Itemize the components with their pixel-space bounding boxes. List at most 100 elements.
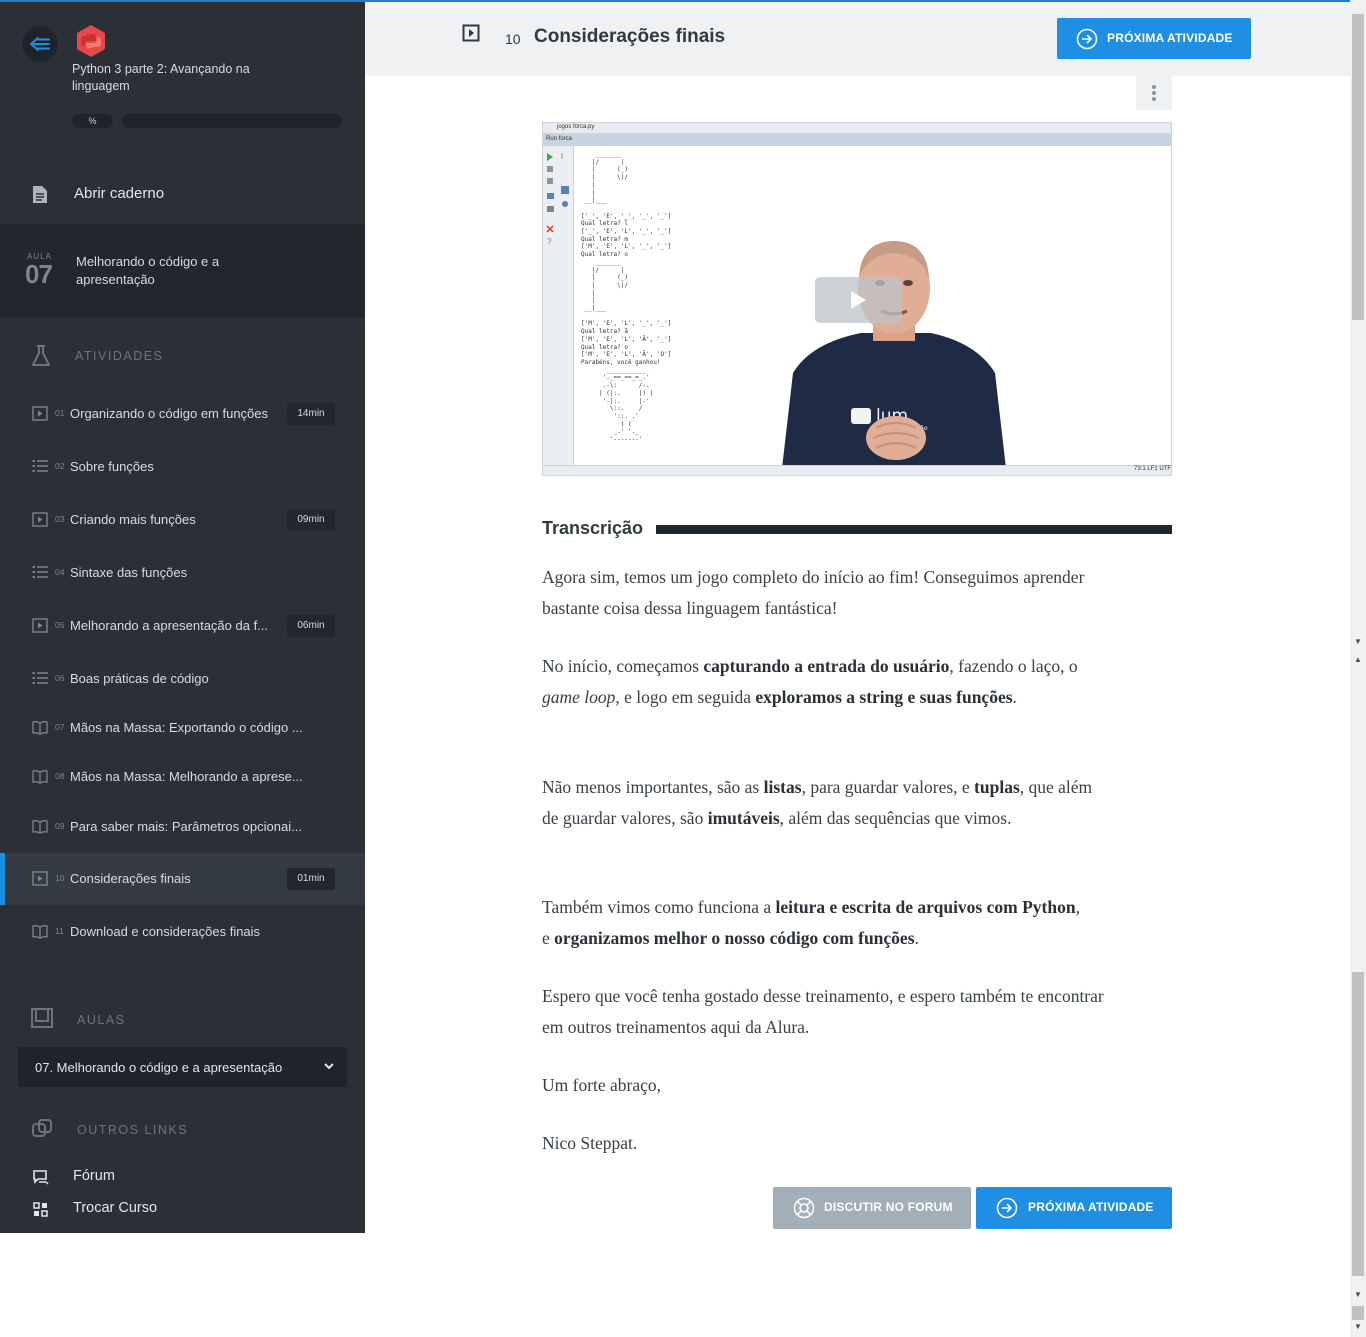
activity-number: 05 [55,620,65,630]
lesson-number: 07 [25,259,53,289]
discuss-forum-button[interactable]: DISCUTIR NO FORUM [773,1187,971,1229]
transcript-paragraph-2: No início, começamos capturando a entrad… [542,656,1078,707]
activity-item[interactable]: 03 Criando mais funções 09min [0,494,365,546]
activity-number: 02 [55,461,65,471]
activity-item[interactable]: 01 Organizando o código em funções 14min [0,388,365,440]
activity-item[interactable]: 11 Download e considerações finais [0,906,365,958]
activity-item[interactable]: 02 Sobre funções [0,441,365,493]
activity-number: 06 [55,673,65,683]
chat-icon [33,1170,49,1185]
page-load-bar [0,0,1350,2]
video-play-button[interactable] [815,277,902,323]
dot-icon [1152,97,1156,101]
sidebar: Python 3 parte 2: Avançando na linguagem… [0,0,365,1233]
transcript-paragraph-1: Agora sim, temos um jogo completo do iní… [542,567,1085,618]
chevron-down-icon [324,1063,334,1070]
python-course-icon [77,25,105,57]
open-notebook-link[interactable]: Abrir caderno [0,166,365,222]
activity-item[interactable]: 06 Boas práticas de código [0,653,365,705]
dot-icon [1152,85,1156,89]
scrollbar-thumb-top[interactable] [1352,14,1364,320]
flask-icon [32,345,50,366]
other-links-heading: OUTROS LINKS [0,1110,365,1150]
scroll-up-arrow-icon[interactable]: ▲ [1350,655,1366,669]
activity-label: Considerações finais [70,871,191,886]
activity-number: 10 [505,31,521,47]
ide-tool-icons: ? [546,153,569,246]
transcript-divider [656,525,1172,534]
book-icon [32,770,48,784]
activity-label: Mãos na Massa: Exportando o código ... [70,720,303,735]
next-activity-bottom-button[interactable]: PRÓXIMA ATIVIDADE [976,1187,1172,1229]
scrollbar-thumb-bottom[interactable] [1352,972,1364,1276]
course-header: Python 3 parte 2: Avançando na linguagem… [0,0,365,152]
transcript-paragraph-3: Não menos importantes, são as listas, pa… [542,777,1093,828]
arrow-circle-right-icon [996,1197,1018,1219]
video-console-output: _______ |/ | | (_) | \|/ | | __|___ ['_'… [581,151,672,444]
activity-number: 08 [55,771,65,781]
transcript-signature: Nico Steppat. [542,1133,638,1153]
duration-badge: 01min [287,868,335,890]
video-ide-toolbar: ? [543,146,574,466]
svg-text:?: ? [547,237,552,246]
activity-number: 09 [55,821,65,831]
lesson-title: Melhorando o código e a apresentação [76,254,220,287]
activity-item[interactable]: 05 Melhorando a apresentação da f... 06min [0,600,365,652]
transcript-paragraph-6: Um forte abraço, [542,1075,662,1095]
book-icon [32,721,48,735]
scroll-down-arrow-icon[interactable]: ▼ [1350,637,1366,651]
progress-percent: % [72,114,113,128]
activity-number: 04 [55,567,65,577]
activity-item[interactable]: 10 Considerações finais 01min [0,853,365,905]
next-activity-button[interactable]: PRÓXIMA ATIVIDADE [1057,18,1251,59]
activity-number: 03 [55,514,65,524]
scroll-down-arrow-icon[interactable]: ▼ [1350,1290,1366,1304]
video-ide-run-bar: Run forca [543,134,1171,146]
course-title: Python 3 parte 2: Avançando na linguagem [72,62,250,93]
video-icon [32,618,48,633]
video-ide-breadcrumb: jogos forca.py [543,123,1171,134]
forum-link[interactable]: Fórum [0,1162,365,1192]
activity-item[interactable]: 07 Mãos na Massa: Exportando o código ... [0,702,365,754]
more-options-button[interactable] [1136,74,1172,110]
page-title: Considerações finais [534,26,726,47]
scrollbar-thumb-footer[interactable] [1352,1306,1364,1320]
arrow-circle-right-icon [1076,28,1098,50]
list-icon [32,672,48,684]
switch-course-link[interactable]: Trocar Curso [0,1194,365,1224]
document-icon [33,186,47,203]
lessons-dropdown[interactable]: 07. Melhorando o código e a apresentação [18,1047,347,1087]
activity-item[interactable]: 08 Mãos na Massa: Melhorando a aprese... [0,751,365,803]
book-icon [32,925,48,939]
activity-label: Sobre funções [70,459,154,474]
video-player[interactable]: jogos forca.py Run forca ? _______ |/ | … [542,122,1172,476]
duration-badge: 06min [287,615,335,637]
transcript-paragraph-4: Também vimos como funciona a leitura e e… [542,897,1080,948]
activity-label: Boas práticas de código [70,671,209,686]
activity-item[interactable]: 09 Para saber mais: Parâmetros opcionai..… [0,801,365,853]
activity-label: Criando mais funções [70,512,196,527]
lifebuoy-icon [793,1197,815,1219]
course-progress-bar [122,114,342,128]
list-icon [32,460,48,472]
video-icon [32,512,48,527]
open-notebook-label: Abrir caderno [74,185,165,202]
activity-number: 01 [55,408,65,418]
activity-label: Mãos na Massa: Melhorando a aprese... [70,769,303,784]
duration-badge: 09min [287,509,335,531]
scroll-down-arrow-icon[interactable]: ▼ [1350,1322,1366,1336]
activity-label: Download e considerações finais [70,924,261,939]
play-icon [851,291,866,309]
video-icon [32,871,48,886]
collapse-sidebar-button[interactable] [22,26,58,62]
video-ide-status-bar: 73:1 LF‡ UTF [543,465,1171,475]
activity-number: 11 [55,926,64,936]
book-stack-icon [31,1008,53,1028]
activity-number: 10 [55,873,65,883]
activity-item[interactable]: 04 Sintaxe das funções [0,547,365,599]
aulas-heading: AULAS [0,1000,365,1040]
activity-label: Sintaxe das funções [70,565,188,580]
arrow-back-icon [30,37,50,51]
activity-label: Para saber mais: Parâmetros opcionai... [70,819,302,834]
dot-icon [1152,91,1156,95]
